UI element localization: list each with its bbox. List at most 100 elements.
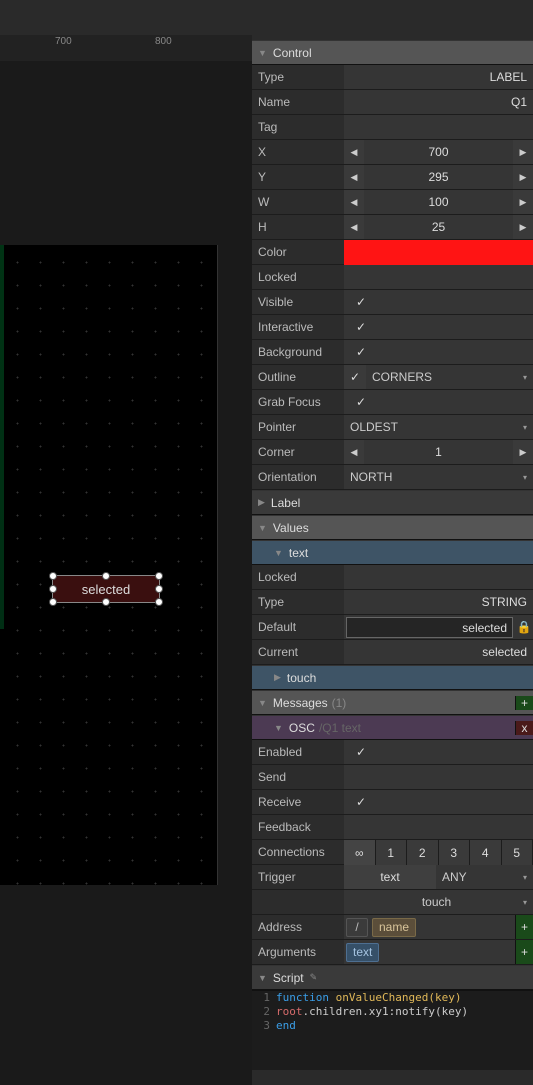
collapse-icon [258,48,267,58]
caret-icon: ▾ [523,423,527,432]
handle-se[interactable] [155,598,163,606]
remove-message-button[interactable]: x [515,721,533,735]
conn-4[interactable]: 4 [470,840,502,865]
locked-check [350,265,372,289]
arguments-add-button[interactable]: + [515,940,533,964]
label-current: Current [252,640,344,664]
default-input[interactable]: selected [346,617,513,638]
feedback-toggle[interactable] [344,815,533,839]
y-value[interactable]: 295 [364,165,513,189]
w-dec[interactable]: ◀ [344,190,364,214]
lock-icon[interactable]: 🔒 [515,615,533,639]
label-tag: Tag [252,115,344,139]
w-spinner[interactable]: ◀ 100 ▶ [344,190,533,214]
address-add-button[interactable]: + [515,915,533,939]
y-dec[interactable]: ◀ [344,165,364,189]
conn-2[interactable]: 2 [407,840,439,865]
section-control[interactable]: Control [252,40,533,65]
enabled-toggle[interactable] [344,740,533,764]
y-spinner[interactable]: ◀ 295 ▶ [344,165,533,189]
visible-toggle[interactable] [344,290,533,314]
conn-inf[interactable]: ∞ [344,840,376,865]
pointer-select[interactable]: OLDEST ▾ [344,415,533,439]
address-slash-tag[interactable]: / [346,918,368,937]
handle-s[interactable] [102,598,110,606]
corner-inc[interactable]: ▶ [513,440,533,464]
address-name-tag[interactable]: name [372,918,416,937]
ruler-tick-700: 700 [55,36,72,47]
locked-toggle[interactable] [344,265,533,289]
label-outline: Outline [252,365,344,389]
y-inc[interactable]: ▶ [513,165,533,189]
label-interactive: Interactive [252,315,344,339]
h-dec[interactable]: ◀ [344,215,364,239]
canvas-area[interactable]: 700 800 selected [0,35,252,1085]
handle-w[interactable] [49,585,57,593]
script-edit-icon[interactable]: ✎ [310,972,318,983]
section-values-title: Values [273,521,309,535]
handle-n[interactable] [102,572,110,580]
conn-5[interactable]: 5 [502,840,533,865]
value-vtype: STRING [344,590,533,614]
trigger-mode: ANY [442,870,467,884]
label-name: Name [252,90,344,114]
value-touch-header[interactable]: touch [252,665,533,690]
grab-toggle[interactable] [344,390,533,414]
topbar [0,0,533,35]
receive-toggle[interactable] [344,790,533,814]
h-inc[interactable]: ▶ [513,215,533,239]
label-control-selected[interactable]: selected [52,575,160,603]
outline-toggle[interactable] [344,365,366,389]
orientation-select[interactable]: NORTH ▾ [344,465,533,489]
corner-value[interactable]: 1 [364,440,513,464]
trigger-touch-select[interactable]: touch ▾ [344,890,533,914]
current-value[interactable]: selected [344,640,533,664]
background-toggle[interactable] [344,340,533,364]
x-inc[interactable]: ▶ [513,140,533,164]
conn-1[interactable]: 1 [376,840,408,865]
section-messages[interactable]: Messages (1) + [252,690,533,715]
handle-nw[interactable] [49,572,57,580]
handle-ne[interactable] [155,572,163,580]
w-value[interactable]: 100 [364,190,513,214]
h-value[interactable]: 25 [364,215,513,239]
outline-select[interactable]: CORNERS ▾ [366,365,533,389]
messages-title: Messages [273,696,328,710]
send-check [350,765,372,789]
section-values[interactable]: Values [252,515,533,540]
arguments-text-tag[interactable]: text [346,943,379,962]
script-title: Script [273,971,304,985]
section-label[interactable]: Label [252,490,533,515]
handle-sw[interactable] [49,598,57,606]
collapse-icon [258,698,267,708]
color-swatch[interactable] [344,240,533,265]
canvas[interactable]: selected [0,245,218,885]
x-dec[interactable]: ◀ [344,140,364,164]
h-spinner[interactable]: ◀ 25 ▶ [344,215,533,239]
corner-spinner[interactable]: ◀ 1 ▶ [344,440,533,464]
trigger-mode-select[interactable]: ANY ▾ [436,865,533,889]
label-receive: Receive [252,790,344,814]
send-toggle[interactable] [344,765,533,789]
name-input[interactable]: Q1 [344,90,533,114]
script-editor[interactable]: 1function onValueChanged(key) 2root.chil… [252,990,533,1070]
x-value[interactable]: 700 [364,140,513,164]
messages-count: (1) [332,696,347,710]
label-y: Y [252,165,344,189]
x-spinner[interactable]: ◀ 700 ▶ [344,140,533,164]
label-w: W [252,190,344,214]
corner-dec[interactable]: ◀ [344,440,364,464]
label-trigger: Trigger [252,865,344,889]
osc-message-header[interactable]: OSC /Q1 text x [252,715,533,740]
add-message-button[interactable]: + [515,696,533,710]
trigger-value-text[interactable]: text [344,865,436,889]
w-inc[interactable]: ▶ [513,190,533,214]
section-script[interactable]: Script ✎ [252,965,533,990]
interactive-toggle[interactable] [344,315,533,339]
conn-3[interactable]: 3 [439,840,471,865]
tag-input[interactable] [344,115,533,139]
vlocked-toggle[interactable] [344,565,533,589]
value-text-header[interactable]: text [252,540,533,565]
label-connections: Connections [252,840,344,864]
handle-e[interactable] [155,585,163,593]
